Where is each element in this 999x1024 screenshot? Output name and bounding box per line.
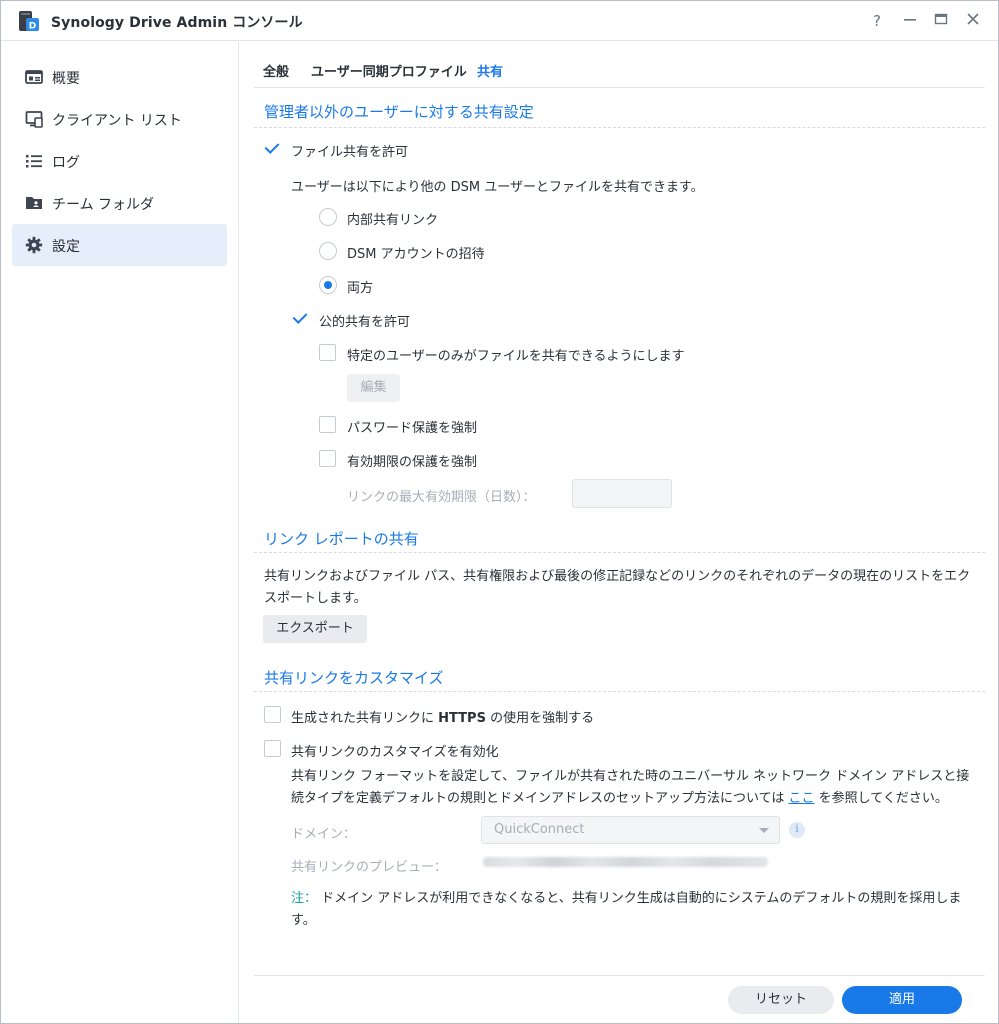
radio-both[interactable] xyxy=(319,276,337,294)
here-link[interactable]: ここ xyxy=(788,791,814,806)
link-preview-value xyxy=(483,857,768,867)
sidebar-item-overview[interactable]: 概要 xyxy=(12,56,227,98)
edit-button[interactable]: 編集 xyxy=(347,374,400,402)
enforce-expiry-checkbox[interactable] xyxy=(319,450,336,467)
link-report-description-line: 共有リンクおよびファイル パス、共有権限および最後の修正記録などのリンクのそれぞ… xyxy=(264,569,971,584)
domain-select[interactable]: QuickConnect xyxy=(481,816,780,844)
sidebar-item-label: 設定 xyxy=(52,239,80,255)
minimize-icon[interactable] xyxy=(900,11,920,31)
radio-dsm-invite[interactable] xyxy=(319,242,337,260)
enforce-expiry-label: 有効期限の保護を強制 xyxy=(347,455,478,470)
title-bar: D Synology Drive Admin コンソール ? xyxy=(1,1,998,41)
customize-description-part: 続タイプを定義デフォルトの規則とドメインアドレスのセットアップ方法については xyxy=(291,791,789,806)
tab-user-sync-profile[interactable]: ユーザー同期プロファイル xyxy=(311,61,467,80)
section-divider xyxy=(254,691,985,692)
sidebar-item-label: 概要 xyxy=(52,71,80,87)
tab-general[interactable]: 全般 xyxy=(263,61,289,80)
customize-note-text: ドメイン アドレスが利用できなくなると、共有リンク生成は自動的にシステムのデフォ… xyxy=(317,891,962,906)
allow-public-sharing-checkbox[interactable] xyxy=(292,310,309,327)
synology-drive-logo-icon: D xyxy=(19,11,39,32)
customize-description-line: 共有リンク フォーマットを設定して、ファイルが共有された時のユニバーサル ネット… xyxy=(291,769,970,784)
allow-public-sharing-label: 公的共有を許可 xyxy=(319,315,411,330)
close-glyph-icon xyxy=(967,13,979,25)
radio-both-label: 両方 xyxy=(347,281,374,296)
specific-users-checkbox[interactable] xyxy=(319,344,336,361)
radio-dsm-invite-label: DSM アカウントの招待 xyxy=(347,247,485,262)
link-report-description-line: スポートします。 xyxy=(264,591,367,606)
force-https-label-part: 生成された共有リンクに xyxy=(291,711,439,726)
allow-file-sharing-checkbox[interactable] xyxy=(264,140,281,157)
export-button[interactable]: エクスポート xyxy=(263,615,367,643)
sidebar-item-label: クライアント リスト xyxy=(52,113,182,129)
chevron-down-icon xyxy=(759,828,769,833)
maximize-icon[interactable] xyxy=(931,11,951,31)
specific-users-label: 特定のユーザーのみがファイルを共有できるようにします xyxy=(347,349,685,364)
sidebar-item-settings[interactable]: 設定 xyxy=(12,224,227,266)
sidebar: 概要 クライアント リスト ログ チーム フォルダ 設定 xyxy=(1,42,239,1023)
domain-label: ドメイン： xyxy=(291,827,357,842)
sidebar-item-label: ログ xyxy=(52,155,80,171)
window-title: Synology Drive Admin コンソール xyxy=(51,15,303,31)
sidebar-item-label: チーム フォルダ xyxy=(52,197,155,213)
overview-icon xyxy=(25,70,43,84)
max-days-input[interactable] xyxy=(572,479,672,508)
section-title-sharing: 管理者以外のユーザーに対する共有設定 xyxy=(264,103,534,121)
minimize-glyph-icon xyxy=(904,19,916,21)
enable-customize-checkbox[interactable] xyxy=(264,740,281,757)
link-report-description: 共有リンクおよびファイル パス、共有権限および最後の修正記録などのリンクのそれぞ… xyxy=(264,566,984,610)
tab-bar: 全般 ユーザー同期プロファイル 共有 xyxy=(254,42,985,88)
close-icon[interactable] xyxy=(963,11,983,31)
customize-note-line: 注： ドメイン アドレスが利用できなくなると、共有リンク生成は自動的にシステムの… xyxy=(291,888,981,910)
radio-internal-link-label: 内部共有リンク xyxy=(347,213,439,228)
sharing-description: ユーザーは以下により他の DSM ユーザーとファイルを共有できます。 xyxy=(291,180,704,195)
section-title-customize-link: 共有リンクをカスタマイズ xyxy=(264,669,444,687)
section-divider xyxy=(254,552,985,553)
allow-file-sharing-label: ファイル共有を許可 xyxy=(291,145,409,160)
force-https-checkbox[interactable] xyxy=(264,706,281,723)
gear-icon xyxy=(25,236,43,254)
log-icon xyxy=(26,155,42,168)
client-list-icon xyxy=(25,111,43,128)
enable-customize-label: 共有リンクのカスタマイズを有効化 xyxy=(291,745,499,760)
customize-description-line: 続タイプを定義デフォルトの規則とドメインアドレスのセットアップ方法については こ… xyxy=(291,788,981,810)
main-panel: 全般 ユーザー同期プロファイル 共有 管理者以外のユーザーに対する共有設定 ファ… xyxy=(240,42,998,1023)
svg-text:D: D xyxy=(29,22,36,32)
sidebar-item-team-folder[interactable]: チーム フォルダ xyxy=(12,182,227,224)
enforce-password-label: パスワード保護を強制 xyxy=(347,421,478,436)
tab-sharing[interactable]: 共有 xyxy=(477,61,503,80)
enforce-password-checkbox[interactable] xyxy=(319,416,336,433)
radio-internal-link[interactable] xyxy=(319,208,337,226)
customize-description-part: を参照してください。 xyxy=(814,791,948,806)
sidebar-item-log[interactable]: ログ xyxy=(12,140,227,182)
section-divider xyxy=(254,127,985,128)
force-https-label: 生成された共有リンクに HTTPS の使用を強制する xyxy=(291,707,594,726)
customize-note: 注： ドメイン アドレスが利用できなくなると、共有リンク生成は自動的にシステムの… xyxy=(291,888,981,932)
note-label: 注： xyxy=(291,891,318,906)
team-folder-icon xyxy=(26,197,42,209)
section-title-link-report: リンク レポートの共有 xyxy=(264,530,419,548)
max-days-label: リンクの最大有効期限（日数）： xyxy=(347,490,536,505)
help-icon[interactable]: ? xyxy=(867,11,887,31)
maximize-glyph-icon xyxy=(934,13,948,25)
apply-button[interactable]: 適用 xyxy=(842,986,962,1014)
info-icon[interactable]: i xyxy=(789,822,805,838)
admin-console-window: D Synology Drive Admin コンソール ? 概要 クライアント… xyxy=(0,0,999,1024)
domain-select-value: QuickConnect xyxy=(494,822,585,837)
customize-note-line: す。 xyxy=(291,913,316,928)
reset-button[interactable]: リセット xyxy=(728,986,834,1014)
customize-description: 共有リンク フォーマットを設定して、ファイルが共有された時のユニバーサル ネット… xyxy=(291,766,981,810)
force-https-label-https: HTTPS xyxy=(438,711,486,726)
force-https-label-part: の使用を強制する xyxy=(485,711,595,726)
preview-label: 共有リンクのプレビュー： xyxy=(291,860,448,875)
sidebar-item-client-list[interactable]: クライアント リスト xyxy=(12,98,227,140)
footer-divider xyxy=(254,975,985,976)
